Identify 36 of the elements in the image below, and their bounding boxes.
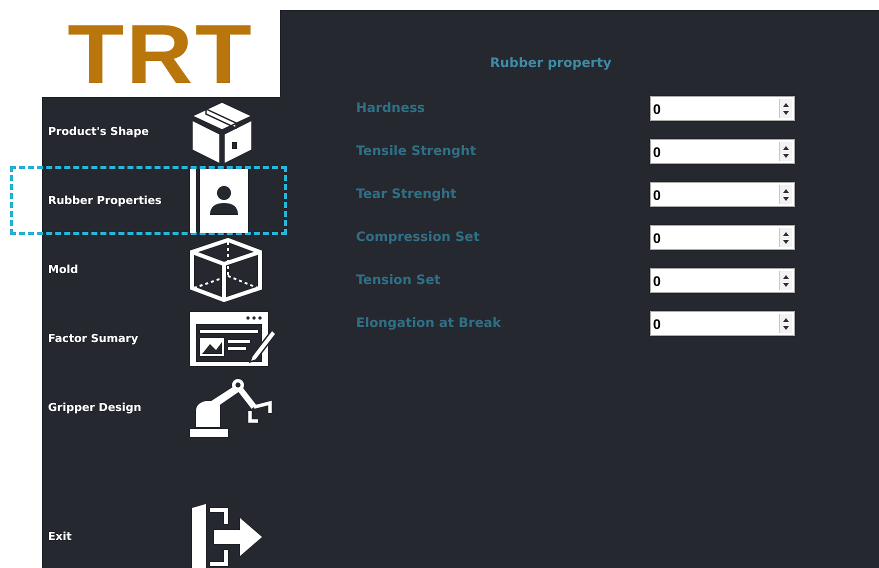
number-field[interactable]: 0 (650, 96, 795, 121)
spin-buttons[interactable] (779, 228, 792, 247)
sidebar-item[interactable]: Rubber Properties (10, 166, 287, 235)
document-edit-icon (188, 310, 278, 368)
spin-buttons[interactable] (779, 185, 792, 204)
sidebar-label: Exit (48, 530, 73, 542)
form-title: Rubber property (490, 56, 613, 71)
number-field[interactable]: 0 (650, 225, 795, 250)
sidebar-label: Product's Shape (48, 125, 150, 138)
field-label: Elongation at Break (356, 316, 502, 331)
sidebar-item[interactable]: Product's Shape (10, 97, 287, 166)
number-field[interactable]: 0 (650, 311, 795, 336)
field-label: Hardness (356, 101, 425, 116)
spin-buttons[interactable] (779, 314, 792, 333)
number-field[interactable]: 0 (650, 268, 795, 293)
logo-text: TRT (68, 12, 254, 96)
sidebar-label: Factor Sumary (48, 332, 140, 345)
spin-buttons[interactable] (779, 142, 792, 161)
profile-icon (188, 166, 250, 234)
field-label: Compression Set (356, 230, 480, 245)
number-field[interactable]: 0 (650, 139, 795, 164)
field-label: Tear Strenght (356, 187, 457, 202)
spin-buttons[interactable] (779, 271, 792, 290)
sidebar-item[interactable]: Exit (10, 504, 287, 568)
sidebar-item[interactable]: Mold (10, 235, 287, 304)
number-field[interactable]: 0 (650, 182, 795, 207)
sidebar-item[interactable]: Factor Sumary (10, 304, 287, 373)
field-label: Tension Set (356, 273, 441, 288)
robot-arm-icon (188, 376, 274, 438)
cube-icon (188, 236, 264, 304)
field-label: Tensile Strenght (356, 144, 476, 159)
sidebar-item[interactable]: Gripper Design (10, 373, 287, 442)
sidebar-label: Gripper Design (48, 401, 142, 414)
sidebar-label: Mold (48, 263, 80, 276)
sidebar-label: Rubber Properties (48, 194, 163, 207)
spin-buttons[interactable] (779, 99, 792, 118)
